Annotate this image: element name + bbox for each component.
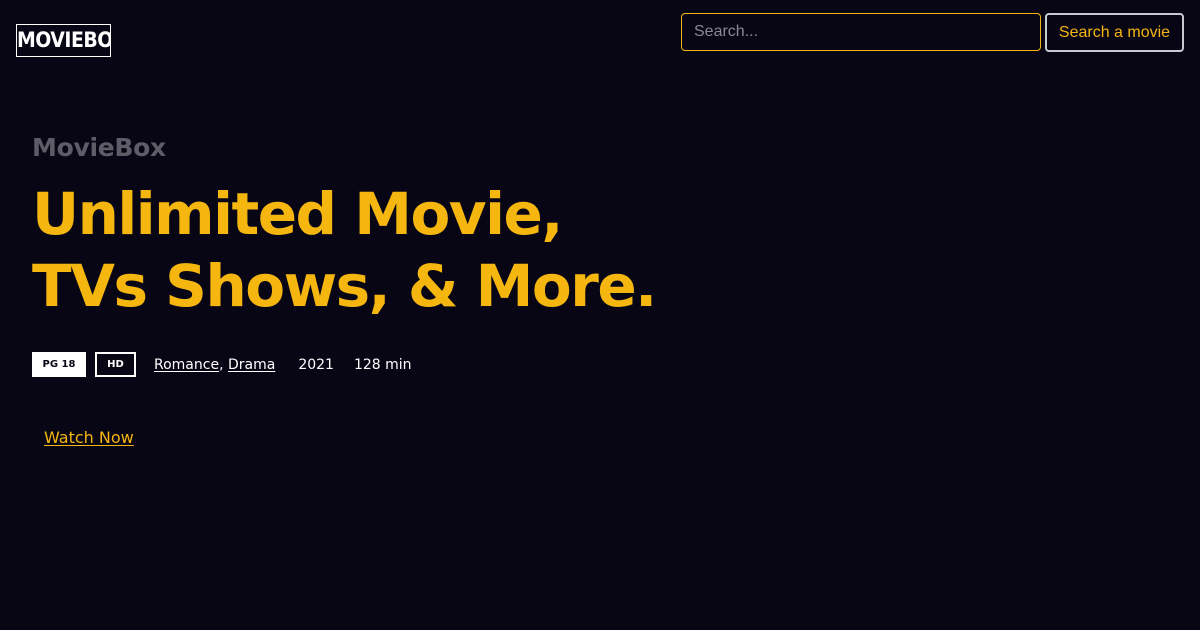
- hero-headline: Unlimited Movie, TVs Shows, & More.: [32, 178, 657, 322]
- genre-link-drama[interactable]: Drama: [228, 357, 275, 373]
- moviebox-logo[interactable]: MOVIEBOX: [16, 24, 111, 57]
- runtime: 128 min: [353, 356, 412, 373]
- headline-line-1: Unlimited Movie,: [32, 180, 563, 248]
- brand-subtitle: MovieBox: [32, 133, 166, 162]
- genre-separator: ,: [219, 356, 224, 373]
- genre-link-romance[interactable]: Romance: [154, 357, 219, 373]
- headline-line-2: TVs Shows, & More.: [32, 252, 657, 320]
- watch-now-link[interactable]: Watch Now: [44, 428, 134, 447]
- quality-badge: HD: [95, 352, 136, 377]
- release-year: 2021: [298, 356, 334, 373]
- search-input[interactable]: [681, 13, 1041, 51]
- rating-badge: PG 18: [32, 352, 86, 377]
- search-movie-button[interactable]: Search a movie: [1045, 13, 1184, 52]
- genre-list: Romance, Drama: [154, 357, 275, 373]
- movie-meta: PG 18 HD Romance, Drama 2021 128 min: [32, 352, 412, 377]
